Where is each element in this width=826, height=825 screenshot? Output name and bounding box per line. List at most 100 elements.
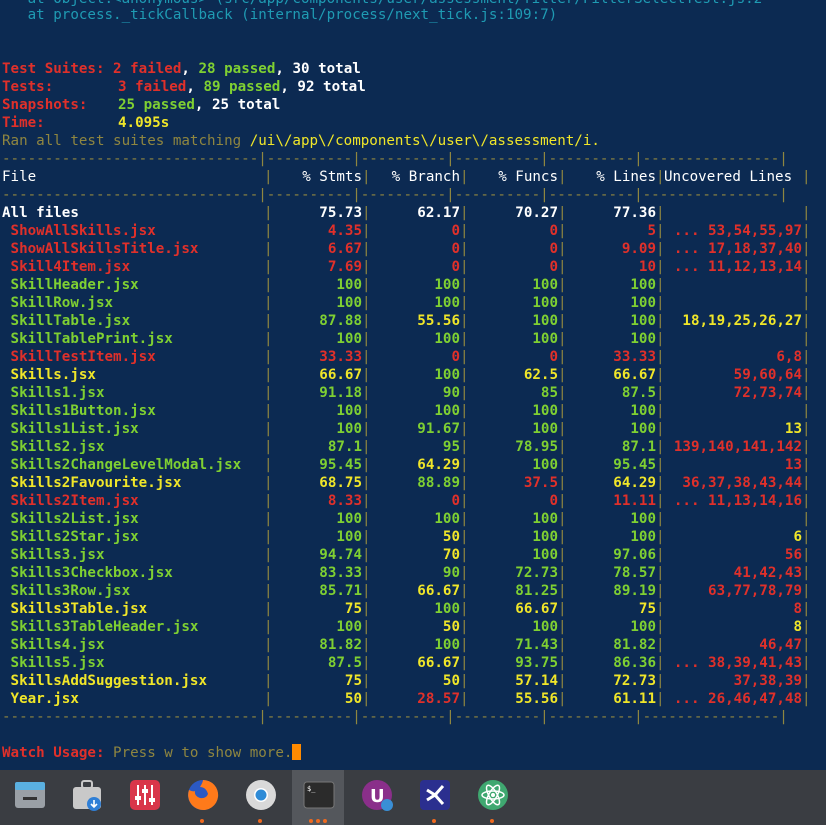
column-divider: |	[362, 277, 371, 293]
cell-branch: 100	[434, 601, 460, 617]
cell-lines: 87.1	[621, 439, 656, 455]
dock-files-button[interactable]	[3, 770, 55, 825]
column-divider: |	[558, 511, 567, 527]
column-divider: |	[656, 313, 665, 329]
column-divider: |	[264, 205, 273, 221]
cell-file: ShowAllSkillsTitle.jsx	[2, 241, 199, 257]
cell-unc: 6,8	[776, 349, 802, 365]
column-divider: |	[264, 385, 273, 401]
column-divider: |	[656, 601, 665, 617]
cell-funcs: 71.43	[515, 637, 558, 653]
cell-lines: 100	[630, 313, 656, 329]
watch-label: Watch Usage:	[2, 745, 105, 761]
time-summary: Time: 4.095s	[2, 114, 169, 132]
column-divider: |	[460, 601, 469, 617]
cell-stmts: 66.67	[319, 367, 362, 383]
cell-lines: 9.09	[621, 241, 656, 257]
cell-funcs: 0	[549, 349, 558, 365]
column-divider: |	[656, 259, 665, 275]
table-row: Skills1List.jsx | 100| 91.67| 100| 100| 13|	[2, 420, 811, 438]
software-icon	[70, 778, 104, 812]
column-divider: |	[264, 241, 273, 257]
column-divider: |	[558, 277, 567, 293]
column-divider: |	[558, 547, 567, 563]
column-divider: |	[656, 385, 665, 401]
column-divider: |	[460, 493, 469, 509]
snapshots-summary: Snapshots: 25 passed, 25 total	[2, 97, 281, 113]
tests-passed: 89 passed	[203, 79, 281, 95]
column-divider: |	[558, 367, 567, 383]
cell-file: Skills2Star.jsx	[2, 529, 139, 545]
column-divider: |	[362, 673, 371, 689]
dock-vscode-button[interactable]	[408, 770, 460, 825]
column-divider: |	[362, 331, 371, 347]
cell-stmts: 100	[336, 403, 362, 419]
cell-funcs: 37.5	[523, 475, 558, 491]
table-row: SkillRow.jsx | 100| 100| 100| 100| |	[2, 294, 811, 312]
table-row: SkillTablePrint.jsx | 100| 100| 100| 100| |	[2, 330, 811, 348]
column-divider: |	[264, 313, 273, 329]
cell-stmts: 91.18	[319, 385, 362, 401]
cell-unc: 36,37,38,43,44	[682, 475, 802, 491]
column-divider: |	[656, 583, 665, 599]
terminal-window[interactable]: at Object.<anonymous> (src/app/component…	[0, 0, 826, 770]
column-divider: |	[802, 331, 811, 347]
dock-mixer-button[interactable]	[118, 770, 170, 825]
cell-funcs: 100	[532, 619, 558, 635]
cell-lines: 11.11	[613, 493, 656, 509]
test-suites-summary: Test Suites: 2 failed, 28 passed, 30 tot…	[2, 61, 361, 77]
cell-lines: 100	[630, 421, 656, 437]
column-divider: |	[656, 349, 665, 365]
table-row: ShowAllSkills.jsx | 4.35| 0| 0| 5|... 53,54,5…	[2, 222, 811, 240]
cell-funcs: 66.67	[515, 601, 558, 617]
column-divider: |	[460, 385, 469, 401]
cell-unc: ... 26,46,47,48	[673, 691, 802, 707]
dock-updater-button[interactable]: U	[350, 770, 402, 825]
column-divider: |	[362, 241, 371, 257]
cell-funcs: 0	[549, 223, 558, 239]
cell-stmts: 75	[344, 673, 362, 689]
column-divider: |	[460, 457, 469, 473]
running-indicator-dot	[309, 819, 313, 823]
table-header-row: File |% Stmts|% Branch|% Funcs|% Lines|Un…	[2, 168, 811, 186]
column-divider: |	[264, 475, 273, 491]
column-divider: |	[558, 223, 567, 239]
table-row: Skills.jsx | 66.67| 100| 62.5| 66.67| 59,60,64…	[2, 366, 811, 384]
column-divider: |	[264, 403, 273, 419]
cell-lines: 72.73	[613, 673, 656, 689]
cell-file: Skills3Row.jsx	[2, 583, 131, 599]
column-divider: |	[362, 601, 371, 617]
column-divider: |	[362, 385, 371, 401]
cell-unc: 41,42,43	[733, 565, 802, 581]
column-divider: |	[362, 583, 371, 599]
column-divider: |	[558, 601, 567, 617]
cell-funcs: 78.95	[515, 439, 558, 455]
column-divider: |	[362, 295, 371, 311]
column-divider: |	[656, 565, 665, 581]
dock-terminal-button[interactable]: $_	[292, 770, 344, 825]
cell-lines: 61.11	[613, 691, 656, 707]
watch-usage-line[interactable]: Watch Usage: Press w to show more.	[2, 744, 302, 762]
column-divider: |	[558, 313, 567, 329]
dock-software-button[interactable]	[60, 770, 112, 825]
cell-file: Skills2Item.jsx	[2, 493, 139, 509]
dock-chrome-button[interactable]	[234, 770, 286, 825]
cell-stmts: 50	[344, 691, 362, 707]
firefox-icon	[186, 778, 220, 812]
column-divider: |	[656, 493, 665, 509]
chrome-icon	[244, 778, 278, 812]
cell-branch: 95	[442, 439, 460, 455]
cell-branch: 0	[451, 493, 460, 509]
cell-stmts: 94.74	[319, 547, 362, 563]
dock-atom-button[interactable]	[466, 770, 518, 825]
column-divider: |	[656, 331, 665, 347]
time-label: Time:	[2, 115, 45, 131]
column-divider: |	[656, 529, 665, 545]
cell-unc: 6	[793, 529, 802, 545]
cell-branch: 100	[434, 295, 460, 311]
dock-firefox-button[interactable]	[176, 770, 228, 825]
suites-failed: 2 failed	[113, 61, 182, 77]
column-divider: |	[362, 457, 371, 473]
cell-file: SkillTable.jsx	[2, 313, 131, 329]
cell-funcs: 72.73	[515, 565, 558, 581]
